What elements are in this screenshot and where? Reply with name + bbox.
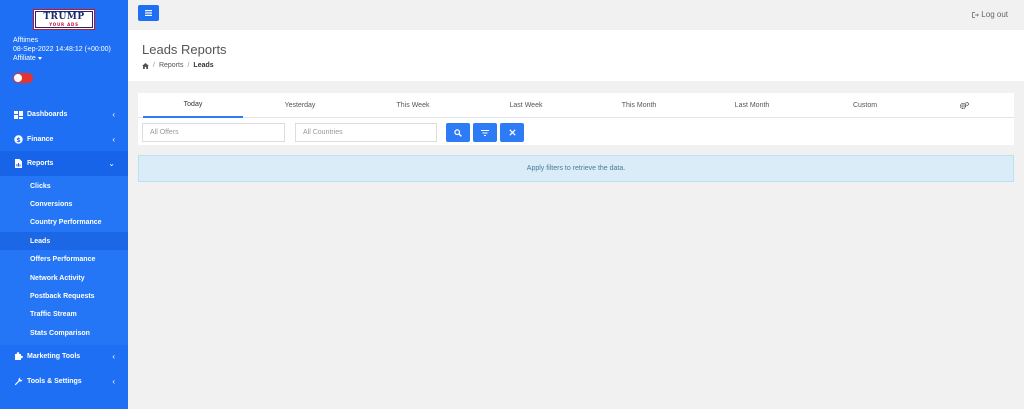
sidebar-item-dashboards[interactable]: Dashboards ‹ — [0, 102, 128, 127]
info-alert: Apply filters to retrieve the data. — [138, 155, 1014, 182]
menu-toggle-button[interactable] — [138, 5, 159, 21]
topbar: Log out — [128, 0, 1024, 30]
tab-last-month[interactable]: Last Month — [702, 93, 802, 118]
sidebar-item-finance[interactable]: $ Finance ‹ — [0, 127, 128, 152]
sidebar: TRUMP YOUR ADS Afftimes 08-Sep-2022 14:4… — [0, 0, 128, 409]
date-range-tabs: Today Yesterday This Week Last Week This… — [138, 93, 1014, 118]
filter-button[interactable] — [473, 123, 497, 142]
puzzle-icon — [14, 352, 23, 361]
tab-last-week[interactable]: Last Week — [476, 93, 576, 118]
tab-custom[interactable]: Custom — [815, 93, 915, 118]
home-icon[interactable] — [142, 62, 149, 69]
submenu-item-label: Network Activity — [30, 274, 85, 282]
search-button[interactable] — [446, 123, 470, 142]
tab-today[interactable]: Today — [143, 93, 243, 118]
logo-top-text: TRUMP — [43, 11, 85, 22]
offers-placeholder: All Offers — [150, 129, 179, 136]
logout-link[interactable]: Log out — [972, 10, 1008, 19]
user-datetime: 08-Sep-2022 14:48:12 (+00:00) — [13, 46, 111, 53]
submenu-item-label: Country Performance — [30, 218, 102, 226]
sidebar-item-label: Reports — [27, 160, 54, 167]
breadcrumb-current: Leads — [193, 62, 214, 69]
countries-placeholder: All Countries — [303, 129, 343, 136]
submenu-item-label: Traffic Stream — [30, 310, 77, 318]
gears-icon — [959, 102, 969, 109]
breadcrumb: / Reports / Leads — [142, 62, 214, 69]
submenu-item-clicks[interactable]: Clicks — [0, 177, 128, 195]
sidebar-item-marketing-tools[interactable]: Marketing Tools ‹ — [0, 344, 128, 369]
tab-this-week[interactable]: This Week — [363, 93, 463, 118]
submenu-item-label: Stats Comparison — [30, 329, 90, 337]
chevron-left-icon: ‹ — [112, 377, 115, 386]
user-name: Afftimes — [13, 37, 39, 44]
clear-button[interactable] — [500, 123, 524, 142]
svg-text:$: $ — [16, 136, 21, 144]
sidebar-item-tools-settings[interactable]: Tools & Settings ‹ — [0, 369, 128, 394]
submenu-item-label: Postback Requests — [30, 292, 95, 300]
page-title: Leads Reports — [142, 42, 227, 57]
sidebar-item-label: Marketing Tools — [27, 353, 81, 360]
dashboard-icon — [14, 110, 23, 119]
user-role-label: Affiliate — [13, 55, 36, 62]
close-icon — [508, 129, 516, 136]
submenu-item-label: Clicks — [30, 182, 51, 190]
chevron-left-icon: ‹ — [112, 110, 115, 119]
submenu-item-network-activity[interactable]: Network Activity — [0, 269, 128, 287]
breadcrumb-separator: / — [153, 62, 155, 69]
submenu-item-traffic-stream[interactable]: Traffic Stream — [0, 305, 128, 323]
logo-bottom-text: YOUR ADS — [49, 21, 79, 27]
chevron-left-icon: ‹ — [112, 352, 115, 361]
chevron-down-icon: ⌄ — [108, 159, 115, 168]
submenu-item-label: Leads — [30, 237, 51, 245]
submenu-item-stats-comparison[interactable]: Stats Comparison — [0, 324, 128, 342]
tab-this-month[interactable]: This Month — [589, 93, 689, 118]
sidebar-item-label: Dashboards — [27, 111, 68, 118]
reports-submenu: Clicks Conversions Country Performance L… — [0, 176, 128, 345]
breadcrumb-reports[interactable]: Reports — [159, 62, 184, 69]
logout-label: Log out — [981, 10, 1008, 19]
caret-down-icon — [37, 56, 42, 60]
sidebar-item-label: Tools & Settings — [27, 378, 82, 385]
logo-frame: TRUMP YOUR ADS — [35, 11, 93, 28]
status-toggle[interactable] — [13, 73, 33, 83]
submenu-item-leads[interactable]: Leads — [0, 232, 128, 250]
toggle-knob — [14, 74, 22, 82]
wrench-icon — [14, 377, 23, 386]
tab-settings[interactable] — [914, 93, 1014, 118]
sign-out-icon — [972, 12, 980, 18]
submenu-item-conversions[interactable]: Conversions — [0, 195, 128, 213]
sidebar-item-reports[interactable]: Reports ⌄ — [0, 151, 128, 176]
submenu-item-postback-requests[interactable]: Postback Requests — [0, 287, 128, 305]
page-header: Leads Reports / Reports / Leads — [128, 30, 1024, 81]
countries-select[interactable]: All Countries — [295, 123, 437, 142]
brand-logo[interactable]: TRUMP YOUR ADS — [33, 9, 95, 30]
submenu-item-label: Offers Performance — [30, 255, 96, 263]
file-icon — [14, 159, 23, 168]
tab-yesterday[interactable]: Yesterday — [250, 93, 350, 118]
chevron-left-icon: ‹ — [112, 135, 115, 144]
user-role-dropdown[interactable]: Affiliate — [13, 55, 42, 62]
hamburger-icon — [145, 10, 152, 16]
breadcrumb-separator: / — [187, 62, 190, 69]
submenu-item-offers-performance[interactable]: Offers Performance — [0, 250, 128, 268]
offers-select[interactable]: All Offers — [142, 123, 285, 142]
submenu-item-label: Conversions — [30, 200, 73, 208]
finance-icon: $ — [14, 135, 23, 144]
filter-card: Today Yesterday This Week Last Week This… — [138, 93, 1014, 145]
sidebar-item-label: Finance — [27, 136, 54, 143]
submenu-item-country-performance[interactable]: Country Performance — [0, 213, 128, 231]
search-icon — [454, 128, 462, 137]
filter-icon — [481, 129, 489, 136]
